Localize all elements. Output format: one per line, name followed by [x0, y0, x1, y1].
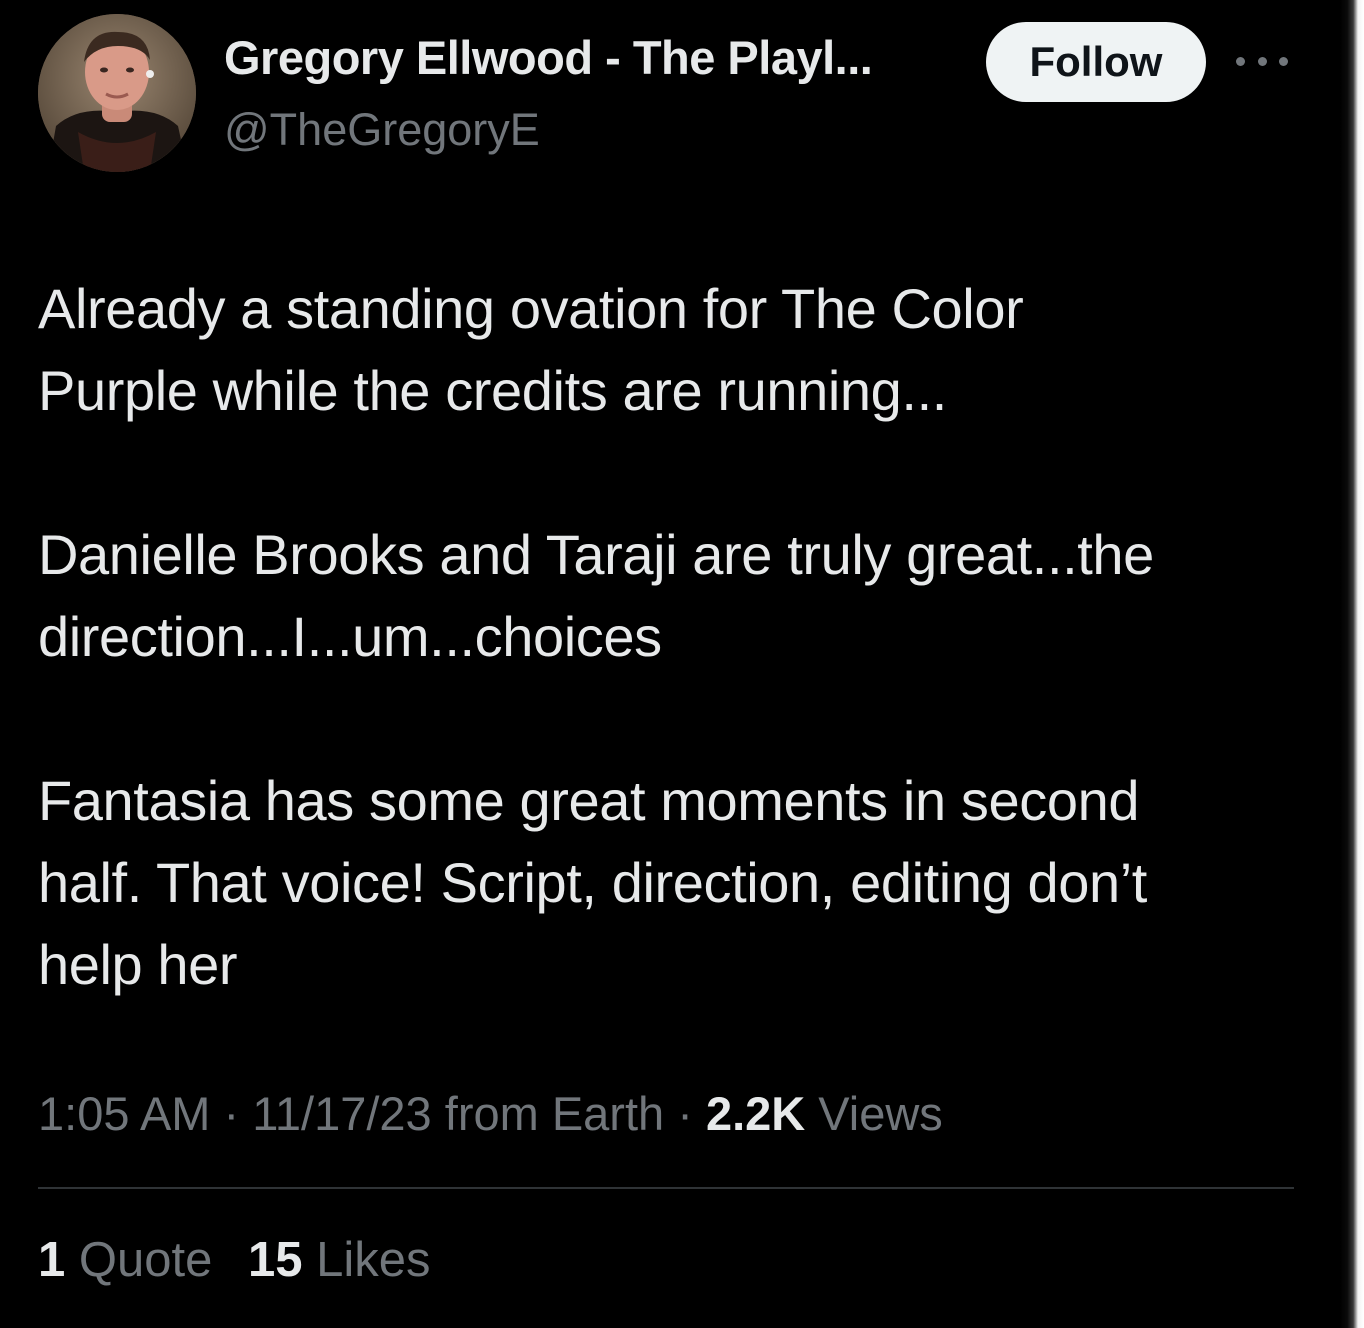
tweet-time[interactable]: 1:05 AM: [38, 1087, 210, 1140]
avatar-photo-icon: [38, 14, 196, 172]
more-dot: [1236, 56, 1245, 66]
tweet-line: help her: [38, 933, 238, 996]
tweet-paragraph: Danielle Brooks and Taraji are truly gre…: [38, 514, 1308, 678]
quotes-label: Quote: [65, 1233, 213, 1287]
tweet-stats: 1 Quote 15 Likes: [38, 1232, 453, 1288]
author-display-name[interactable]: Gregory Ellwood - The Playl...: [224, 30, 873, 85]
meta-separator: ·: [664, 1087, 706, 1140]
tweet-source: from Earth: [431, 1087, 665, 1140]
tweet-date[interactable]: 11/17/23: [252, 1087, 431, 1140]
views-count: 2.2K: [705, 1087, 806, 1140]
tweet-line: Fantasia has some great moments in secon…: [38, 769, 1140, 832]
follow-button[interactable]: Follow: [986, 22, 1206, 102]
likes-label: Likes: [302, 1233, 431, 1287]
tweet-line: Purple while the credits are running...: [38, 359, 947, 422]
tweet-card: Gregory Ellwood - The Playl... @TheGrego…: [0, 0, 1364, 1328]
more-horizontal-icon[interactable]: [1236, 50, 1288, 72]
likes-count: 15: [248, 1233, 303, 1287]
more-dot: [1257, 56, 1267, 66]
more-dot: [1279, 56, 1288, 66]
screen-edge: [1340, 0, 1364, 1328]
tweet-paragraph: Fantasia has some great moments in secon…: [38, 760, 1308, 1006]
divider: [38, 1187, 1294, 1189]
tweet-line: Already a standing ovation for The Color: [38, 277, 1024, 340]
tweet-meta: 1:05 AM · 11/17/23 from Earth · 2.2K Vie…: [38, 1086, 943, 1141]
meta-separator: ·: [210, 1087, 253, 1140]
tweet-line: half. That voice! Script, direction, edi…: [38, 851, 1147, 914]
tweet-line: Danielle Brooks and Taraji are truly gre…: [38, 523, 1154, 586]
author-handle[interactable]: @TheGregoryE: [224, 104, 540, 156]
tweet-paragraph: Already a standing ovation for The Color…: [38, 268, 1308, 432]
likes-stat[interactable]: 15 Likes: [248, 1232, 431, 1288]
tweet-line: direction...I...um...choices: [38, 605, 662, 668]
tweet-text: Already a standing ovation for The Color…: [38, 268, 1308, 1006]
quotes-count: 1: [38, 1233, 66, 1287]
author-avatar[interactable]: [38, 14, 196, 172]
quotes-stat[interactable]: 1 Quote: [38, 1232, 212, 1288]
views-label: Views: [805, 1087, 943, 1140]
